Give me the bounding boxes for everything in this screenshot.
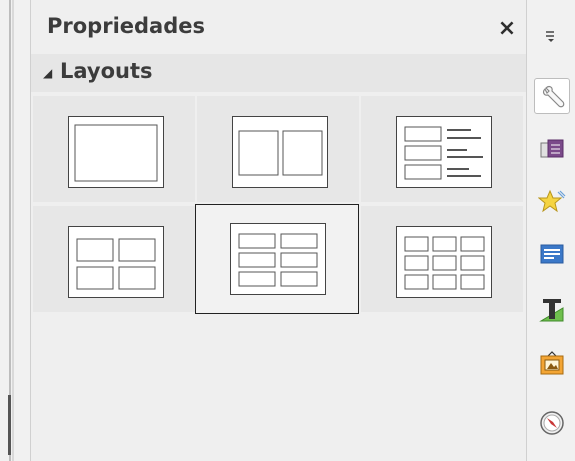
styles-tab[interactable] bbox=[534, 292, 570, 328]
layout-two-columns[interactable] bbox=[197, 96, 359, 202]
layouts-section-header[interactable]: ◢ Layouts bbox=[31, 54, 526, 92]
panel-title: Propriedades bbox=[47, 14, 205, 38]
layout-nine-blocks-thumbnail bbox=[396, 226, 492, 298]
animation-tab[interactable] bbox=[534, 184, 570, 220]
slide-transition-icon bbox=[540, 139, 564, 158]
collapse-arrow-icon[interactable]: ◢ bbox=[43, 66, 52, 80]
gallery-icon bbox=[540, 351, 564, 375]
layout-grid bbox=[31, 92, 526, 314]
sidebar-menu-icon[interactable] bbox=[544, 28, 560, 44]
layout-six-blocks-thumbnail bbox=[230, 223, 326, 295]
properties-panel: Propriedades × ◢ Layouts bbox=[30, 0, 526, 461]
gallery-tab[interactable] bbox=[534, 346, 570, 382]
styles-icon bbox=[539, 299, 564, 322]
section-title: Layouts bbox=[60, 59, 153, 83]
layout-title-content-list[interactable] bbox=[361, 96, 523, 202]
layout-nine-blocks[interactable] bbox=[361, 206, 523, 312]
master-slides-icon bbox=[540, 244, 564, 264]
close-panel-button[interactable]: × bbox=[495, 17, 519, 41]
document-area-edge bbox=[0, 0, 30, 461]
layout-four-blocks-thumbnail bbox=[68, 226, 164, 298]
master-slides-tab[interactable] bbox=[534, 236, 570, 272]
panel-header: Propriedades × bbox=[31, 0, 526, 54]
slide-transition-tab[interactable] bbox=[534, 131, 570, 167]
wrench-icon bbox=[542, 85, 565, 108]
layout-two-columns-thumbnail bbox=[232, 116, 328, 188]
sidebar-tabbar bbox=[526, 0, 575, 461]
star-animation-icon bbox=[538, 189, 566, 213]
navigator-icon bbox=[540, 411, 564, 435]
layout-blank-thumbnail bbox=[68, 116, 164, 188]
navigator-tab[interactable] bbox=[534, 405, 570, 441]
layout-blank[interactable] bbox=[33, 96, 195, 202]
layout-six-blocks[interactable] bbox=[195, 204, 359, 314]
layout-title-content-list-thumbnail bbox=[396, 116, 492, 188]
properties-tab[interactable] bbox=[534, 78, 570, 114]
layout-four-blocks[interactable] bbox=[33, 206, 195, 312]
